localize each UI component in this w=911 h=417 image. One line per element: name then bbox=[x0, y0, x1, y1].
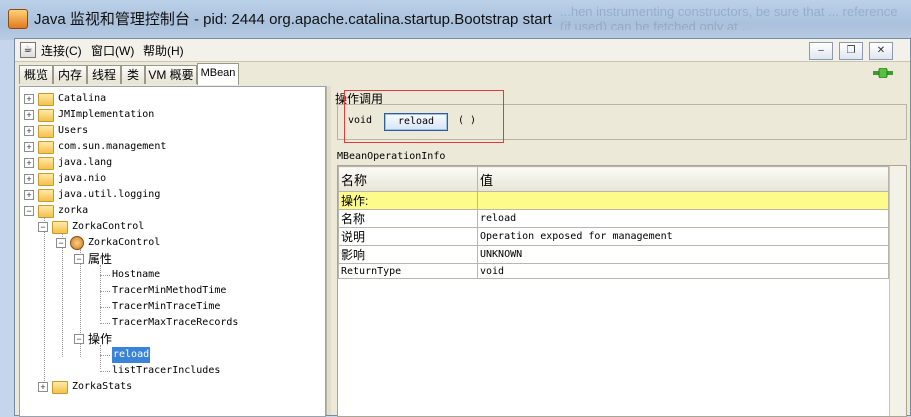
window-title: Java 监视和管理控制台 - pid: 2444 org.apache.cat… bbox=[34, 11, 552, 28]
mbean-tree[interactable]: + Catalina + JMImplementation + Users + … bbox=[19, 86, 326, 417]
table-row[interactable]: ReturnType void bbox=[338, 263, 889, 279]
folder-icon bbox=[38, 173, 54, 186]
restore-button[interactable]: ❐ bbox=[839, 42, 863, 60]
folder-icon bbox=[38, 205, 54, 218]
menu-connection[interactable]: 连接(C) bbox=[41, 42, 82, 59]
expand-icon[interactable]: + bbox=[24, 110, 34, 120]
collapse-icon[interactable]: − bbox=[24, 206, 34, 216]
connection-plug-icon[interactable] bbox=[873, 68, 893, 78]
operation-info-table: 名称 值 操作: 名称 reload 说明 Operation exposed … bbox=[337, 165, 907, 417]
close-button[interactable]: ✕ bbox=[869, 42, 893, 60]
collapse-icon[interactable]: − bbox=[74, 334, 84, 344]
cell-value: void bbox=[477, 263, 889, 279]
table-row[interactable]: 说明 Operation exposed for management bbox=[338, 227, 889, 246]
folder-icon bbox=[38, 125, 54, 138]
expand-icon[interactable]: + bbox=[38, 382, 48, 392]
tab-mbean[interactable]: MBean bbox=[197, 63, 239, 85]
tree-guide-line bbox=[100, 275, 110, 276]
cell-value: UNKNOWN bbox=[477, 245, 889, 264]
folder-icon bbox=[38, 109, 54, 122]
console-window: ☕ 连接(C) 窗口(W) 帮助(H) – ❐ ✕ 概览 内存 线程 类 VM … bbox=[14, 38, 911, 417]
vertical-scrollbar[interactable] bbox=[889, 166, 906, 416]
tree-guide-line bbox=[100, 371, 110, 372]
tree-guide-line bbox=[100, 323, 110, 324]
tree-guide-line bbox=[44, 217, 45, 385]
cell-name: 名称 bbox=[338, 209, 478, 228]
cell-name: 说明 bbox=[338, 227, 478, 246]
tree-guide-line bbox=[100, 265, 101, 321]
collapse-icon[interactable]: − bbox=[74, 254, 84, 264]
table-row[interactable]: 影响 UNKNOWN bbox=[338, 245, 889, 264]
background-window-text: ...hen instrumenting constructors, be su… bbox=[560, 4, 898, 30]
table-header-row: 名称 值 bbox=[338, 166, 889, 192]
expand-icon[interactable]: + bbox=[24, 158, 34, 168]
tab-classes[interactable]: 类 bbox=[121, 65, 145, 84]
tree-guide-line bbox=[100, 345, 101, 369]
mbean-operation-info-header: MBeanOperationInfo bbox=[337, 151, 446, 162]
tab-bar: 概览 内存 线程 类 VM 概要 MBean bbox=[15, 63, 910, 85]
tab-vm-summary[interactable]: VM 概要 bbox=[145, 65, 197, 84]
minimize-button[interactable]: – bbox=[809, 42, 833, 60]
tab-memory[interactable]: 内存 bbox=[53, 65, 87, 84]
folder-icon bbox=[38, 189, 54, 202]
split-pane-divider[interactable] bbox=[326, 86, 331, 415]
column-header-value[interactable]: 值 bbox=[477, 166, 889, 192]
folder-icon bbox=[38, 141, 54, 154]
tree-guide-line bbox=[100, 307, 110, 308]
table-row[interactable]: 操作: bbox=[338, 191, 889, 210]
table-row[interactable]: 名称 reload bbox=[338, 209, 889, 228]
title-bar: Java 监视和管理控制台 - pid: 2444 org.apache.cat… bbox=[0, 0, 911, 40]
collapse-icon[interactable]: − bbox=[38, 222, 48, 232]
highlight-callout-box bbox=[344, 90, 504, 143]
tree-guide-line bbox=[62, 233, 63, 357]
mbean-icon bbox=[70, 236, 84, 250]
tab-threads[interactable]: 线程 bbox=[87, 65, 121, 84]
cell-name: 影响 bbox=[338, 245, 478, 264]
collapse-icon[interactable]: − bbox=[56, 238, 66, 248]
folder-icon bbox=[52, 221, 68, 234]
cell-value: Operation exposed for management bbox=[477, 227, 889, 246]
column-header-name[interactable]: 名称 bbox=[338, 166, 478, 192]
tab-overview[interactable]: 概览 bbox=[19, 65, 53, 84]
operation-panel: 操作调用 void reload ( ) MBeanOperationInfo … bbox=[333, 86, 910, 417]
expand-icon[interactable]: + bbox=[24, 190, 34, 200]
expand-icon[interactable]: + bbox=[24, 142, 34, 152]
cell-name: 操作: bbox=[338, 191, 478, 210]
tree-guide-line bbox=[100, 291, 110, 292]
cell-value bbox=[477, 191, 889, 210]
java-app-icon bbox=[8, 9, 28, 29]
cell-value: reload bbox=[477, 209, 889, 228]
expand-icon[interactable]: + bbox=[24, 126, 34, 136]
expand-icon[interactable]: + bbox=[24, 174, 34, 184]
cell-name: ReturnType bbox=[338, 263, 478, 279]
folder-icon bbox=[52, 381, 68, 394]
expand-icon[interactable]: + bbox=[24, 94, 34, 104]
folder-icon bbox=[38, 157, 54, 170]
menu-bar: ☕ 连接(C) 窗口(W) 帮助(H) – ❐ ✕ bbox=[15, 39, 910, 62]
menu-window[interactable]: 窗口(W) bbox=[91, 42, 134, 59]
menu-help[interactable]: 帮助(H) bbox=[143, 42, 184, 59]
tree-guide-line bbox=[100, 355, 110, 356]
folder-icon bbox=[38, 93, 54, 106]
window-menu-icon[interactable]: ☕ bbox=[20, 42, 36, 58]
